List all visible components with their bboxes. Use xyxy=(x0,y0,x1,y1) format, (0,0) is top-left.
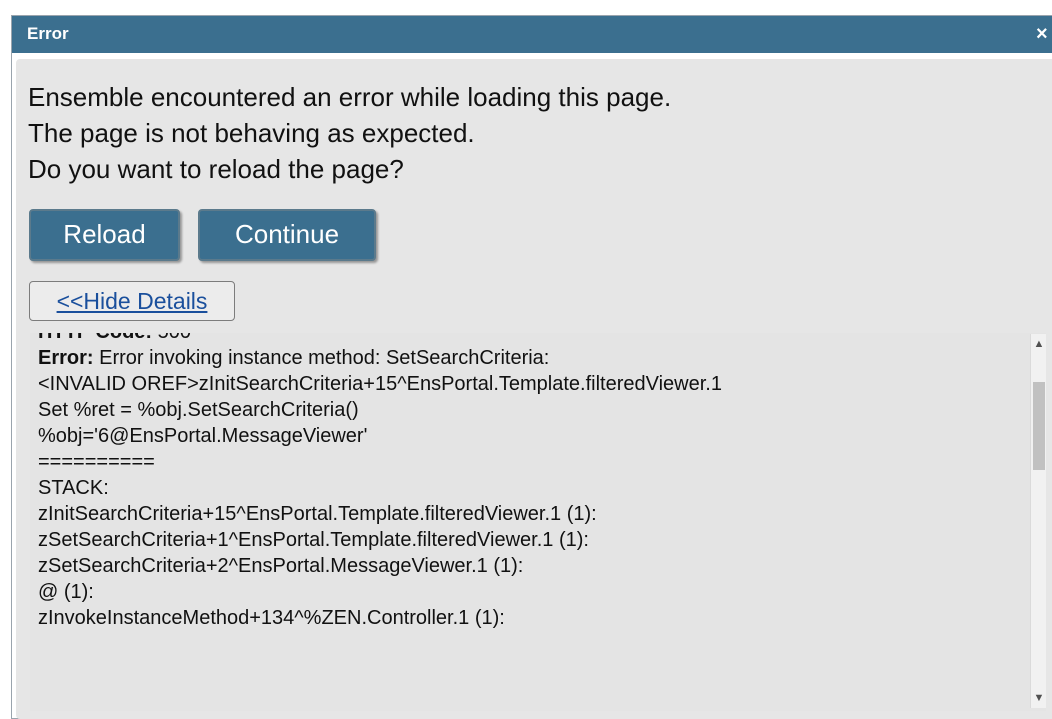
detail-line: STACK: xyxy=(38,477,109,499)
error-message: Ensemble encountered an error while load… xyxy=(28,79,671,187)
error-details-text: HTTP Code: 500 Error: Error invoking ins… xyxy=(38,333,1018,631)
detail-line: zSetSearchCriteria+2^EnsPortal.MessageVi… xyxy=(38,555,524,577)
reload-button[interactable]: Reload xyxy=(29,209,180,261)
details-scrollbar[interactable]: ▲ ▼ xyxy=(1030,334,1046,708)
error-details-panel[interactable]: HTTP Code: 500 Error: Error invoking ins… xyxy=(30,333,1046,711)
close-icon[interactable]: × xyxy=(1036,21,1052,47)
detail-line: <INVALID OREF>zInitSearchCriteria+15^Ens… xyxy=(38,373,722,395)
message-line: Do you want to reload the page? xyxy=(28,154,404,184)
detail-line: ========== xyxy=(38,451,155,473)
continue-button[interactable]: Continue xyxy=(198,209,376,261)
scroll-thumb[interactable] xyxy=(1033,382,1045,470)
http-code-label: HTTP Code: xyxy=(38,333,152,343)
dialog-titlebar[interactable]: Error × xyxy=(12,16,1052,53)
detail-line: zSetSearchCriteria+1^EnsPortal.Template.… xyxy=(38,529,589,551)
http-code-row: HTTP Code: 500 xyxy=(38,333,1018,345)
error-label: Error: xyxy=(38,347,94,369)
message-line: The page is not behaving as expected. xyxy=(28,118,475,148)
error-dialog: Error × Ensemble encountered an error wh… xyxy=(11,15,1052,719)
scroll-down-arrow-icon[interactable]: ▼ xyxy=(1031,690,1046,706)
scroll-up-arrow-icon[interactable]: ▲ xyxy=(1031,336,1046,352)
message-line: Ensemble encountered an error while load… xyxy=(28,82,672,112)
dialog-title: Error xyxy=(27,24,69,43)
dialog-body: Ensemble encountered an error while load… xyxy=(16,59,1052,719)
detail-line: Set %ret = %obj.SetSearchCriteria() xyxy=(38,399,359,421)
detail-line: @ (1): xyxy=(38,581,94,603)
error-value: Error invoking instance method: SetSearc… xyxy=(99,347,550,369)
detail-line: zInitSearchCriteria+15^EnsPortal.Templat… xyxy=(38,503,597,525)
detail-line: zInvokeInstanceMethod+134^%ZEN.Controlle… xyxy=(38,607,505,629)
hide-details-link[interactable]: <<Hide Details xyxy=(29,281,235,321)
detail-line: %obj='6@EnsPortal.MessageViewer' xyxy=(38,425,368,447)
error-row: Error: Error invoking instance method: S… xyxy=(38,345,1018,371)
http-code-value: 500 xyxy=(158,333,191,343)
